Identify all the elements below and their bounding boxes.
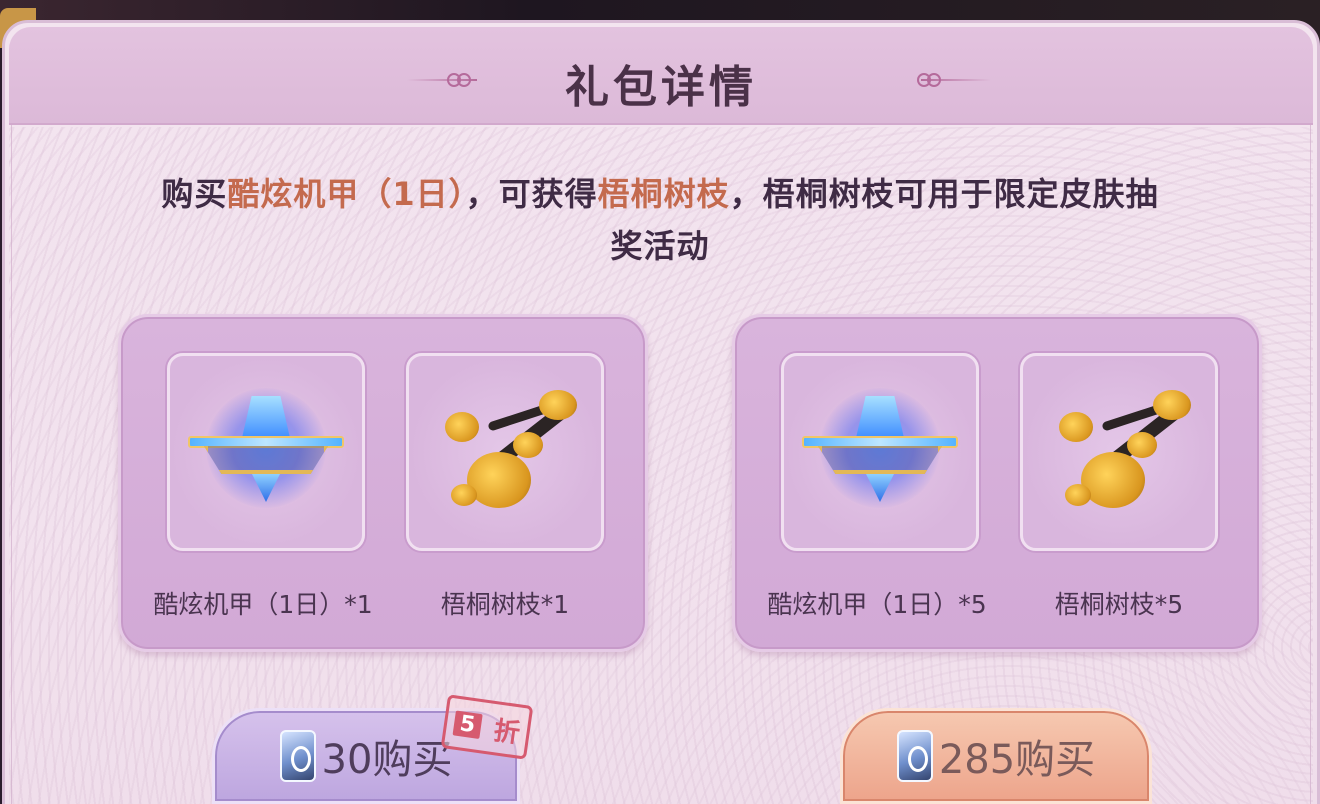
- dialog-title: 礼包详情: [565, 62, 757, 113]
- wutong-branch-icon: [427, 372, 587, 532]
- mecha-icon: [184, 378, 348, 528]
- item-slot-branch[interactable]: [406, 353, 604, 551]
- mecha-icon: [798, 378, 962, 528]
- item-label-mecha: 酷炫机甲（1日）*1: [153, 590, 373, 619]
- wutong-branch-icon: [1041, 372, 1201, 532]
- pack-card-1: 酷炫机甲（1日）*1 梧桐树枝*1: [118, 314, 648, 652]
- buy-button-pack-2[interactable]: 285购买: [840, 708, 1152, 804]
- buy-button-label: 285购买: [938, 737, 1096, 783]
- coupon-icon: [896, 730, 933, 782]
- item-slot-branch[interactable]: [1020, 353, 1218, 551]
- item-slot-mecha[interactable]: [167, 353, 365, 551]
- coupon-icon: [279, 730, 316, 782]
- description-reward-highlight: 梧桐树枝: [597, 175, 730, 213]
- discount-text: 折: [491, 715, 522, 749]
- description-middle: ，可获得: [465, 175, 598, 213]
- description-prefix: 购买: [161, 175, 228, 213]
- item-label-branch: 梧桐树枝*1: [440, 590, 570, 619]
- buy-button-label: 30购买: [321, 737, 453, 783]
- discount-number: 5: [452, 709, 483, 739]
- item-label-branch: 梧桐树枝*5: [1054, 590, 1184, 619]
- description-item-highlight: 酷炫机甲（1日）: [227, 175, 466, 213]
- title-ornament-right: [921, 79, 991, 81]
- pack-description: 购买酷炫机甲（1日），可获得梧桐树枝，梧桐树枝可用于限定皮肤抽奖活动: [150, 168, 1170, 272]
- pack-card-2: 酷炫机甲（1日）*5 梧桐树枝*5: [732, 314, 1262, 652]
- item-slot-mecha[interactable]: [781, 353, 979, 551]
- dialog-header: 礼包详情: [9, 27, 1313, 125]
- item-label-mecha: 酷炫机甲（1日）*5: [767, 590, 987, 619]
